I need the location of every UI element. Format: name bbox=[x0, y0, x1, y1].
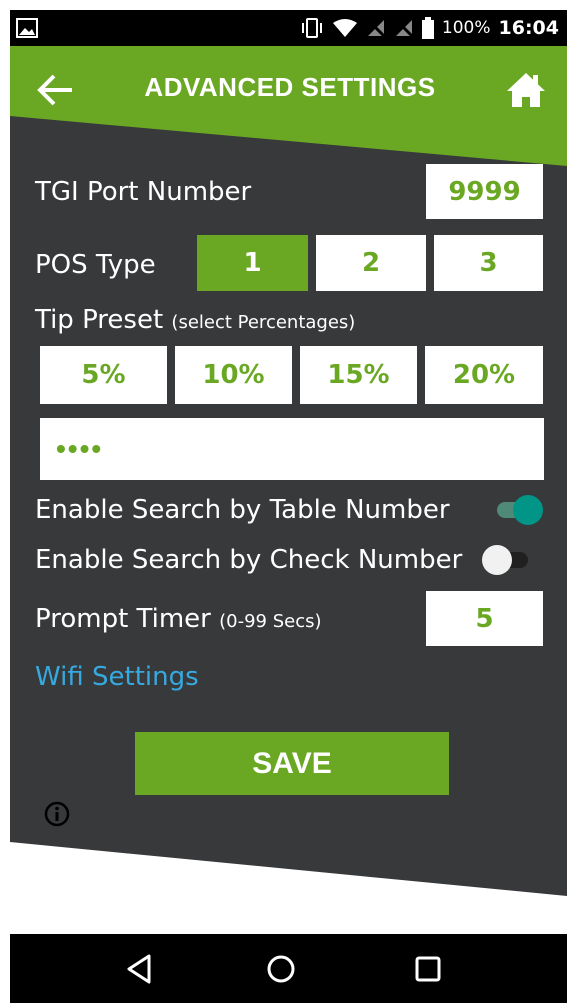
wifi-settings-link[interactable]: Wifi Settings bbox=[35, 662, 199, 692]
toggle-thumb bbox=[513, 495, 543, 525]
pos-type-label: POS Type bbox=[35, 250, 156, 280]
save-button[interactable]: SAVE bbox=[135, 732, 449, 795]
tgi-port-input[interactable]: 9999 bbox=[426, 164, 543, 219]
vibrate-icon bbox=[301, 18, 322, 38]
page-title: ADVANCED SETTINGS bbox=[144, 72, 436, 102]
gallery-notification-icon bbox=[16, 18, 38, 38]
pos-type-option-1[interactable]: 1 bbox=[197, 235, 308, 291]
clock: 16:04 bbox=[498, 17, 559, 39]
search-check-label: Enable Search by Check Number bbox=[35, 545, 463, 575]
tgi-port-label: TGI Port Number bbox=[35, 177, 252, 207]
tip-preset-label: Tip Preset (select Percentages) bbox=[35, 305, 355, 335]
home-icon[interactable] bbox=[504, 70, 548, 110]
battery-percent: 100% bbox=[441, 18, 491, 38]
no-sim-icon bbox=[394, 18, 413, 38]
prompt-timer-hint: (0-99 Secs) bbox=[219, 611, 322, 632]
pos-type-option-3[interactable]: 3 bbox=[434, 235, 543, 291]
home-circle-icon[interactable] bbox=[264, 952, 298, 986]
pos-type-option-2[interactable]: 2 bbox=[316, 235, 426, 291]
tip-option-15[interactable]: 15% bbox=[300, 346, 417, 404]
tip-preset-hint: (select Percentages) bbox=[171, 312, 356, 333]
search-table-toggle[interactable] bbox=[493, 493, 543, 527]
navigation-bar bbox=[10, 934, 567, 1003]
wifi-icon bbox=[332, 19, 357, 37]
tip-option-10[interactable]: 10% bbox=[175, 346, 292, 404]
back-triangle-icon[interactable] bbox=[123, 952, 157, 986]
status-bar: 100% 16:04 bbox=[10, 10, 567, 46]
battery-icon bbox=[421, 17, 434, 39]
recents-square-icon[interactable] bbox=[411, 952, 445, 986]
no-sim-icon bbox=[366, 18, 385, 38]
custom-tip-input[interactable]: •••• bbox=[40, 418, 544, 480]
prompt-timer-label: Prompt Timer (0-99 Secs) bbox=[35, 604, 322, 634]
tip-option-5[interactable]: 5% bbox=[40, 346, 167, 404]
search-check-toggle[interactable] bbox=[482, 543, 532, 577]
info-icon[interactable] bbox=[44, 801, 70, 827]
tip-option-20[interactable]: 20% bbox=[425, 346, 543, 404]
arrow-left-icon[interactable] bbox=[34, 70, 78, 110]
tip-preset-title: Tip Preset bbox=[35, 305, 164, 335]
search-table-label: Enable Search by Table Number bbox=[35, 495, 450, 525]
toggle-thumb bbox=[482, 545, 512, 575]
prompt-timer-input[interactable]: 5 bbox=[426, 591, 543, 646]
prompt-timer-title: Prompt Timer bbox=[35, 604, 211, 634]
